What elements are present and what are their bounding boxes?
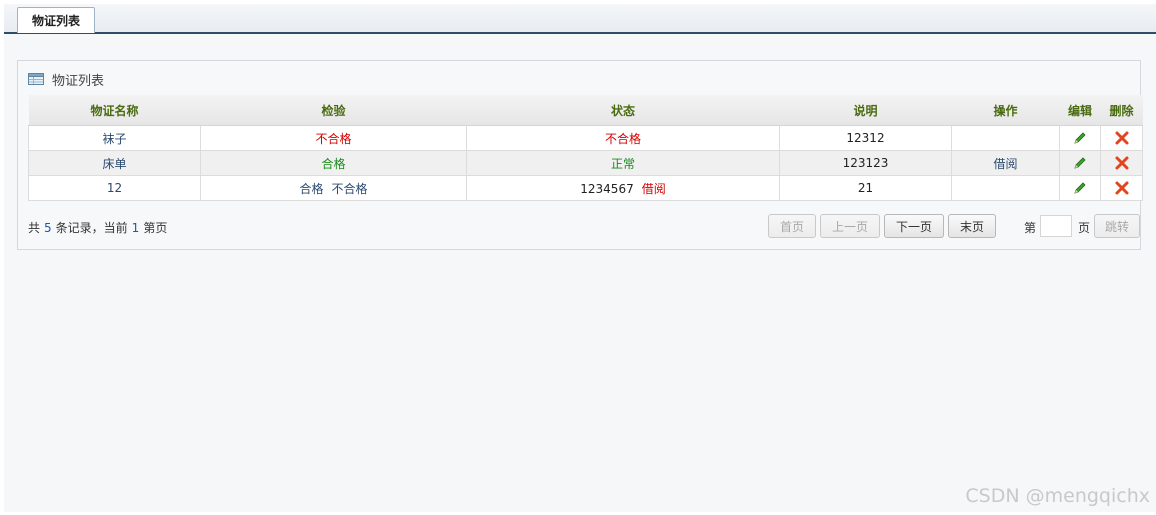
panel-title: 物证列表 (28, 69, 104, 89)
tab-bar: 物证列表 (4, 4, 1156, 34)
cell-inspection: 不合格 (200, 125, 467, 151)
col-header-action: 操作 (951, 95, 1060, 126)
col-header-note: 说明 (779, 95, 952, 126)
cell-delete (1100, 175, 1143, 201)
last-page-button[interactable]: 末页 (948, 214, 996, 238)
summary-suffix: 第页 (143, 221, 168, 235)
cell-name: 袜子 (28, 125, 201, 151)
status-value: 1234567 (580, 181, 634, 196)
main-content: 物证列表 物证名称 检验 状态 说明 操作 编辑 删除 袜子 不合格 不合格 1… (4, 34, 1156, 512)
col-header-inspection: 检验 (200, 95, 467, 126)
cell-edit (1059, 125, 1101, 151)
cell-edit (1059, 150, 1101, 176)
borrow-link[interactable]: 借阅 (642, 182, 666, 196)
inspection-pass: 合格 (321, 156, 346, 171)
evidence-table: 物证名称 检验 状态 说明 操作 编辑 删除 袜子 不合格 不合格 12312 (28, 95, 1143, 201)
cell-status: 正常 (466, 150, 780, 176)
cell-note: 123123 (779, 150, 952, 176)
delete-x-icon[interactable] (1114, 180, 1130, 196)
watermark: CSDN @mengqichx (965, 485, 1150, 507)
first-page-button[interactable]: 首页 (768, 214, 816, 238)
table-row: 袜子 不合格 不合格 12312 (28, 125, 1143, 151)
pencil-icon[interactable] (1072, 130, 1088, 146)
current-page: 1 (131, 221, 140, 235)
pencil-icon[interactable] (1072, 180, 1088, 196)
evidence-panel: 物证列表 物证名称 检验 状态 说明 操作 编辑 删除 袜子 不合格 不合格 1… (17, 60, 1143, 250)
cell-delete (1100, 150, 1143, 176)
cell-status: 1234567 借阅 (466, 175, 780, 201)
col-header-edit: 编辑 (1059, 95, 1101, 126)
goto-prefix: 第 (1024, 221, 1037, 235)
cell-inspection: 合格 不合格 (200, 175, 467, 201)
delete-x-icon[interactable] (1114, 155, 1130, 171)
summary-middle: 条记录，当前 (55, 221, 128, 235)
inspection-pass: 合格 (299, 181, 324, 196)
prev-page-button[interactable]: 上一页 (820, 214, 880, 238)
cell-status: 不合格 (466, 125, 780, 151)
table-row: 12 合格 不合格 1234567 借阅 21 (28, 175, 1143, 201)
inspection-fail: 不合格 (315, 131, 352, 146)
goto-suffix: 页 (1078, 221, 1091, 235)
inspection-fail: 不合格 (331, 181, 368, 196)
table-header-row: 物证名称 检验 状态 说明 操作 编辑 删除 (28, 95, 1143, 126)
cell-name: 床单 (28, 150, 201, 176)
col-header-name: 物证名称 (28, 95, 201, 126)
delete-x-icon[interactable] (1114, 130, 1130, 146)
cell-note: 12312 (779, 125, 952, 151)
cell-note: 21 (779, 175, 952, 201)
page-number-input[interactable] (1040, 215, 1072, 237)
total-count: 5 (44, 221, 52, 235)
next-page-button[interactable]: 下一页 (884, 214, 944, 238)
cell-edit (1059, 175, 1101, 201)
cell-action (951, 175, 1060, 201)
panel-title-text: 物证列表 (52, 73, 105, 89)
col-header-status: 状态 (466, 95, 780, 126)
cell-action (951, 125, 1060, 151)
pencil-icon[interactable] (1072, 155, 1088, 171)
summary-prefix: 共 (28, 221, 41, 235)
record-summary: 共 5 条记录，当前 1 第页 (28, 219, 167, 236)
table-icon (28, 73, 44, 85)
table-row: 床单 合格 正常 123123 借阅 (28, 150, 1143, 176)
cell-inspection: 合格 (200, 150, 467, 176)
tab-evidence-list[interactable]: 物证列表 (17, 7, 95, 33)
jump-button[interactable]: 跳转 (1094, 214, 1140, 238)
cell-delete (1100, 125, 1143, 151)
cell-name: 12 (28, 175, 201, 201)
col-header-delete: 删除 (1100, 95, 1143, 126)
borrow-link[interactable]: 借阅 (951, 150, 1060, 176)
